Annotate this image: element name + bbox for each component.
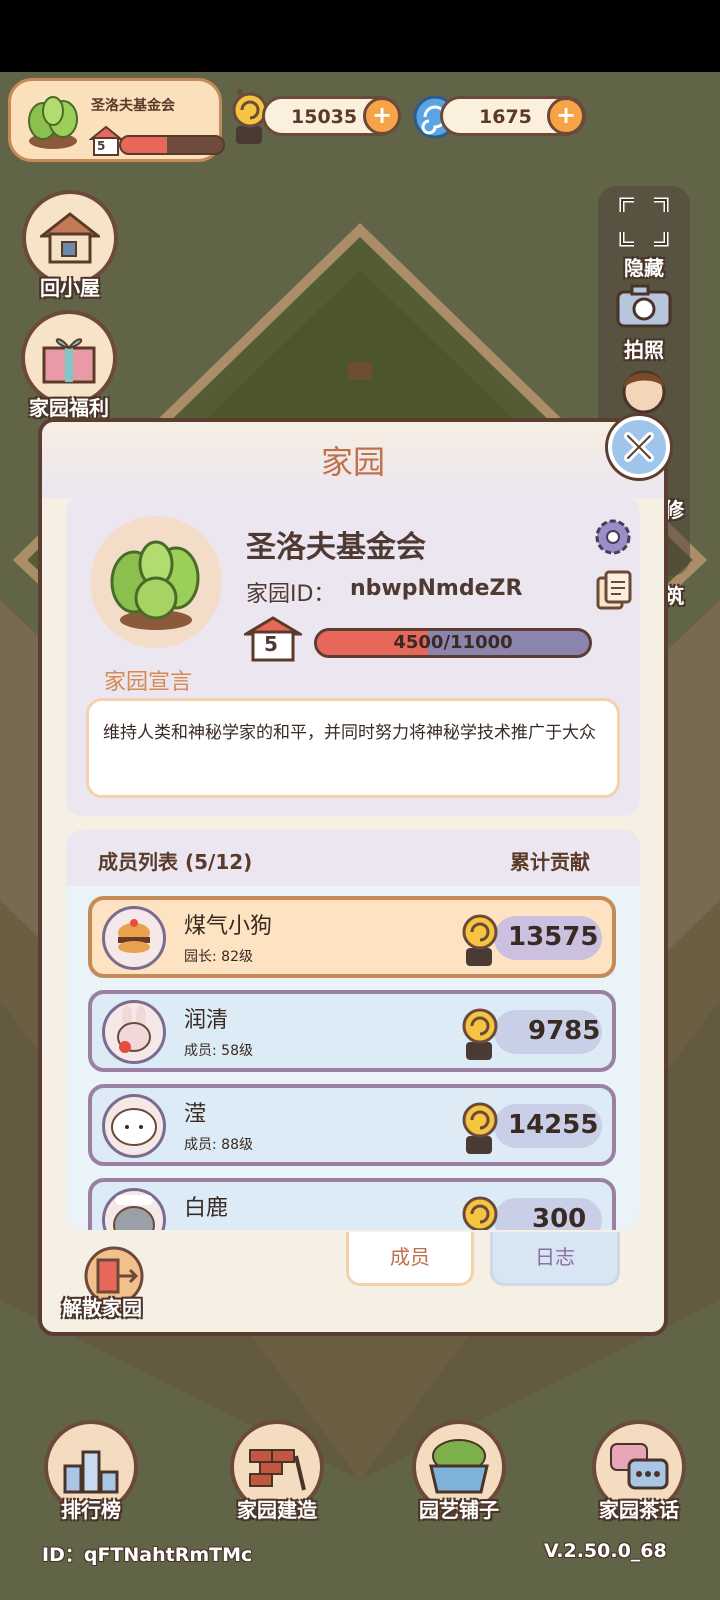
snail-coin-icon — [462, 1196, 498, 1230]
snail-coin-icon — [462, 1102, 498, 1154]
hide-button[interactable]: 隐藏 — [598, 196, 690, 281]
contribution-label: 累计贡献 — [510, 850, 590, 874]
member-role: 成员: 88级 — [184, 1137, 253, 1153]
tab-log[interactable]: 日志 — [490, 1232, 620, 1286]
member-contribution: 13575 — [508, 922, 599, 952]
gift-icon — [42, 338, 96, 384]
member-contribution: 300 — [532, 1204, 587, 1230]
garden-id-value: nbwpNmdeZR — [350, 576, 523, 601]
garden-emblem-icon — [28, 96, 78, 149]
photo-button-label: 拍照 — [624, 338, 664, 362]
version-label: V.2.50.0_68 — [544, 1540, 667, 1562]
gem-value: 1675 — [479, 106, 532, 128]
coin-counter: 15035 + — [262, 96, 401, 136]
garden-badge-exp-bar — [119, 135, 225, 155]
podium-icon — [63, 1450, 119, 1494]
dissolve-button[interactable]: 解散家园 — [62, 1292, 142, 1321]
avatar — [102, 1000, 166, 1064]
declaration-text: 维持人类和神秘学家的和平，并同时努力将神秘学技术推广于大众 — [86, 698, 620, 798]
snail-coin-icon — [462, 914, 498, 966]
build-button[interactable]: 家园建造 — [222, 1420, 332, 1523]
member-contribution: 9785 — [528, 1016, 601, 1046]
brick-trowel-icon — [249, 1449, 306, 1491]
list-item[interactable]: 滢 成员: 88级 14255 — [88, 1084, 616, 1166]
member-list[interactable]: 成员列表 (5/12) 累计贡献 煤气小狗 园长: 82级 13575 润清 成… — [66, 830, 640, 1230]
member-name: 润清 — [184, 1008, 229, 1033]
shop-button-label: 园艺铺子 — [419, 1498, 499, 1522]
snail-coin-icon — [462, 1008, 498, 1060]
chat-button-label: 家园茶话 — [599, 1498, 679, 1522]
welfare-button[interactable]: 家园福利 — [14, 310, 124, 421]
hide-button-label: 隐藏 — [624, 256, 664, 280]
member-name: 滢 — [184, 1102, 207, 1127]
declaration-label: 家园宣言 — [104, 670, 193, 695]
avatar — [102, 906, 166, 970]
rabbit-icon — [117, 1005, 151, 1053]
player-id: ID：qFTNahtRmTMc — [42, 1544, 253, 1566]
welfare-button-label: 家园福利 — [29, 396, 109, 420]
exp-text: 4500/11000 — [393, 632, 513, 653]
build-button-label: 家园建造 — [237, 1498, 317, 1522]
avatar — [102, 1188, 166, 1230]
sheep-icon — [111, 1108, 157, 1146]
member-list-header: 成员列表 (5/12) 累计贡献 — [66, 830, 640, 886]
planter-icon — [429, 1439, 489, 1494]
home-button-label: 回小屋 — [40, 276, 100, 300]
photo-button[interactable]: 拍照 — [598, 282, 690, 363]
close-icon — [624, 432, 654, 462]
coin-value: 15035 — [291, 106, 358, 128]
tab-members[interactable]: 成员 — [346, 1232, 474, 1286]
gem-counter: 1675 + — [440, 96, 586, 136]
list-item[interactable]: 润清 成员: 58级 9785 — [88, 990, 616, 1072]
garden-badge-name: 圣洛夫基金会 — [91, 98, 175, 114]
member-role: 成员: 58级 — [184, 1043, 253, 1059]
status-bar — [0, 0, 720, 72]
member-count-label: 成员列表 (5/12) — [98, 850, 253, 874]
burger-icon — [118, 919, 150, 953]
character-icon[interactable] — [614, 362, 674, 414]
garden-badge-level: 5 — [97, 139, 106, 153]
shop-button[interactable]: 园艺铺子 — [404, 1420, 514, 1523]
dialog-title: 家园 — [42, 422, 664, 498]
ranking-button[interactable]: 排行榜 — [36, 1420, 146, 1523]
chat-button[interactable]: 家园茶话 — [584, 1420, 694, 1523]
house-icon — [40, 212, 100, 264]
list-item[interactable]: 白鹿 300 — [88, 1178, 616, 1230]
member-name: 煤气小狗 — [184, 914, 273, 939]
level-house-icon — [89, 125, 123, 156]
close-button[interactable] — [608, 416, 670, 478]
member-name: 白鹿 — [184, 1196, 229, 1221]
garden-badge[interactable]: 圣洛夫基金会 5 — [8, 78, 225, 162]
add-coins-button[interactable]: + — [363, 97, 401, 135]
add-gems-button[interactable]: + — [547, 97, 585, 135]
garden-id-label: 家园ID： — [246, 582, 336, 607]
home-button[interactable]: 回小屋 — [18, 190, 122, 301]
copy-icon[interactable] — [596, 570, 632, 612]
cat-icon — [113, 1195, 155, 1230]
member-role: 园长: 82级 — [184, 949, 253, 965]
garden-name: 圣洛夫基金会 — [246, 530, 426, 565]
ranking-button-label: 排行榜 — [61, 1498, 121, 1522]
chat-bubble-icon — [610, 1443, 669, 1490]
member-contribution: 14255 — [508, 1110, 599, 1140]
garden-level: 5 — [264, 632, 278, 656]
list-item[interactable]: 煤气小狗 园长: 82级 13575 — [88, 896, 616, 978]
plant-icon — [110, 540, 200, 630]
garden-avatar — [90, 516, 222, 648]
camera-icon — [616, 284, 672, 328]
frame-icon — [619, 197, 669, 247]
avatar — [102, 1094, 166, 1158]
gear-icon[interactable] — [592, 516, 634, 558]
